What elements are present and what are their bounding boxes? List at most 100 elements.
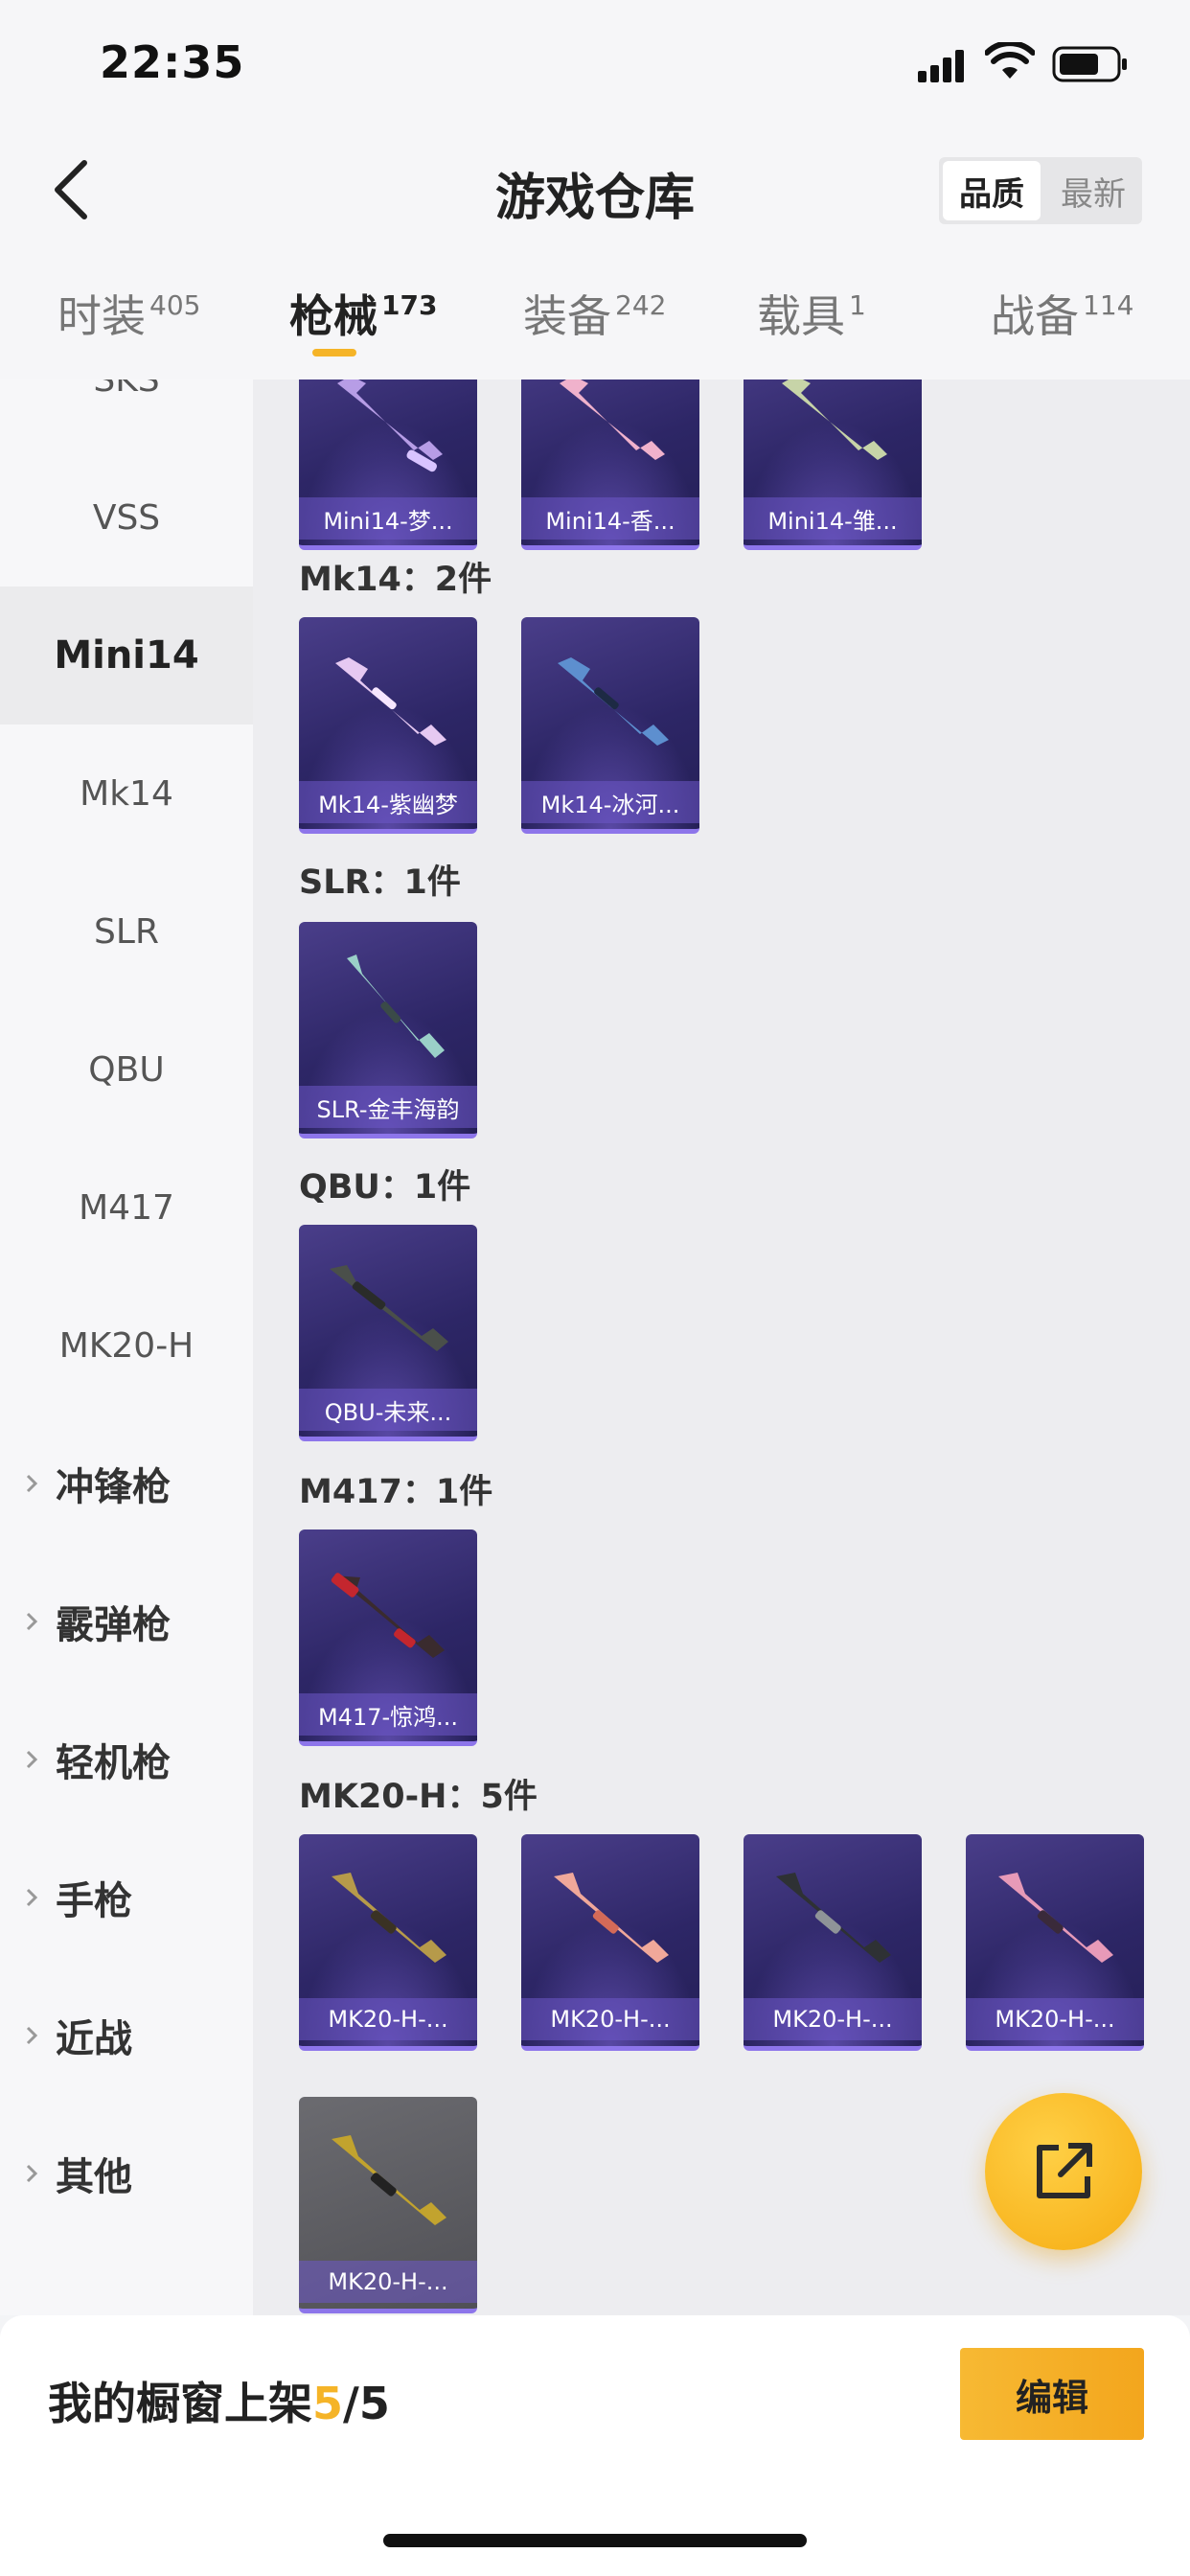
tab-label: 载具 [757, 290, 845, 342]
tab-label: 装备 [523, 290, 611, 342]
wifi-icon [985, 42, 1035, 79]
sidebar-item-mini14[interactable]: Mini14 [0, 586, 253, 724]
sidebar-group-pistol[interactable]: 手枪 [0, 1828, 253, 1966]
sidebar-group-label: 其他 [56, 2155, 132, 2199]
weapon-sidebar: SKS VSS Mini14 Mk14 SLR QBU M417 MK20-H … [0, 380, 253, 2315]
header: 游戏仓库 品质 最新 [0, 126, 1190, 253]
sidebar-group-smg[interactable]: 冲锋枪 [0, 1414, 253, 1552]
cellular-signal-icon [918, 50, 968, 82]
weapon-card[interactable]: MK20-H-... [521, 1834, 699, 2051]
tab-label: 时装 [57, 290, 146, 342]
card-label: Mini14-雏... [744, 497, 922, 540]
card-label: QBU-未来... [299, 1389, 477, 1431]
weapon-card[interactable]: Mk14-紫幽梦 [299, 617, 477, 834]
tab-guns[interactable]: 枪械 173 [289, 282, 437, 368]
sidebar-item-mk14[interactable]: Mk14 [0, 724, 253, 862]
chevron-right-icon [26, 2164, 38, 2183]
chevron-right-icon [26, 1750, 38, 1769]
sidebar-group-label: 轻机枪 [56, 1741, 171, 1785]
tab-vehicles[interactable]: 载具 1 [757, 282, 866, 368]
card-label: Mk14-紫幽梦 [299, 781, 477, 823]
rifle-icon [998, 1873, 1113, 1963]
card-label: MK20-H-... [299, 1998, 477, 2040]
sidebar-item-m417[interactable]: M417 [0, 1138, 253, 1276]
card-label: MK20-H-... [744, 1998, 922, 2040]
weapon-card[interactable]: M417-惊鸿... [299, 1530, 477, 1746]
chevron-right-icon [26, 2026, 38, 2045]
status-time: 22:35 [100, 36, 245, 88]
sidebar-group-label: 冲锋枪 [56, 1465, 171, 1509]
category-tabs: 时装 405 枪械 173 装备 242 载具 1 战备 114 [0, 253, 1190, 380]
weapon-card[interactable]: Mk14-冰河... [521, 617, 699, 834]
rifle-icon [337, 380, 443, 472]
tab-count: 173 [381, 289, 438, 321]
rifle-icon [782, 380, 887, 460]
card-label: SLR-金丰海韵 [299, 1086, 477, 1128]
tab-label: 枪械 [289, 290, 378, 342]
tab-equipment[interactable]: 装备 242 [523, 282, 666, 368]
edit-button[interactable]: 编辑 [960, 2348, 1144, 2440]
rifle-icon [776, 1873, 891, 1963]
sidebar-item-sks[interactable]: SKS [0, 380, 253, 448]
card-label: MK20-H-... [299, 2261, 477, 2303]
weapon-card[interactable]: MK20-H-... [299, 2097, 477, 2313]
rifle-icon [332, 1873, 446, 1963]
group-title: SLR：1件 [299, 863, 461, 902]
tab-count: 242 [615, 289, 667, 321]
weapon-card[interactable]: MK20-H-... [299, 1834, 477, 2051]
group-title: M417：1件 [299, 1473, 493, 1511]
card-label: MK20-H-... [966, 1998, 1144, 2040]
rifle-icon [330, 1265, 448, 1351]
rifle-icon [335, 657, 446, 746]
weapon-card[interactable]: MK20-H-... [966, 1834, 1144, 2051]
weapon-card[interactable]: Mini14-香... [521, 380, 699, 550]
weapon-card[interactable]: MK20-H-... [744, 1834, 922, 2051]
showcase-used-count: 5 [312, 2378, 344, 2429]
chevron-right-icon [26, 1888, 38, 1907]
battery-icon [1052, 46, 1127, 82]
sort-newest-button[interactable]: 最新 [1044, 157, 1142, 224]
share-button[interactable] [985, 2093, 1142, 2250]
weapon-card[interactable]: QBU-未来... [299, 1225, 477, 1441]
showcase-total-count: /5 [343, 2378, 390, 2429]
showcase-status: 我的橱窗上架5/5 [48, 2369, 390, 2432]
rifle-icon [558, 657, 669, 746]
rifle-icon [554, 1873, 669, 1963]
sort-quality-button[interactable]: 品质 [943, 161, 1041, 220]
bottom-bar: 我的橱窗上架5/5 编辑 [0, 2315, 1190, 2576]
weapon-card[interactable]: Mini14-梦... [299, 380, 477, 550]
sidebar-item-vss[interactable]: VSS [0, 448, 253, 586]
tab-fashion[interactable]: 时装 405 [57, 282, 200, 368]
sidebar-group-label: 近战 [56, 2017, 132, 2061]
tab-battle-gear[interactable]: 战备 114 [991, 282, 1133, 368]
sidebar-group-shotgun[interactable]: 霰弹枪 [0, 1552, 253, 1690]
rifle-icon [332, 2135, 446, 2225]
group-title: Mk14：2件 [299, 561, 492, 599]
rifle-icon [560, 380, 665, 460]
sidebar-item-mk20h[interactable]: MK20-H [0, 1276, 253, 1414]
share-external-icon [1037, 2143, 1092, 2198]
showcase-label: 我的橱窗上架 [48, 2378, 312, 2429]
tab-count: 405 [149, 289, 201, 321]
sidebar-item-qbu[interactable]: QBU [0, 1000, 253, 1138]
sidebar-group-label: 手枪 [56, 1879, 132, 1923]
card-label: M417-惊鸿... [299, 1693, 477, 1736]
weapon-card[interactable]: Mini14-雏... [744, 380, 922, 550]
card-label: Mini14-香... [521, 497, 699, 540]
group-title: QBU：1件 [299, 1168, 471, 1207]
active-tab-indicator [312, 349, 356, 356]
tab-count: 114 [1083, 289, 1134, 321]
sidebar-group-melee[interactable]: 近战 [0, 1966, 253, 2104]
card-label: Mini14-梦... [299, 497, 477, 540]
weapon-grid: Mini14-梦... Mini14-香... Mini14-雏... Mk14… [253, 380, 1190, 2315]
sidebar-group-lmg[interactable]: 轻机枪 [0, 1690, 253, 1828]
group-title: MK20-H：5件 [299, 1778, 538, 1816]
card-label: MK20-H-... [521, 1998, 699, 2040]
sidebar-group-other[interactable]: 其他 [0, 2104, 253, 2242]
status-bar: 22:35 [0, 0, 1190, 126]
tab-label: 战备 [991, 290, 1079, 342]
weapon-card[interactable]: SLR-金丰海韵 [299, 922, 477, 1138]
sidebar-item-slr[interactable]: SLR [0, 862, 253, 1000]
rifle-icon [347, 954, 445, 1058]
sort-toggle: 品质 最新 [939, 157, 1142, 224]
